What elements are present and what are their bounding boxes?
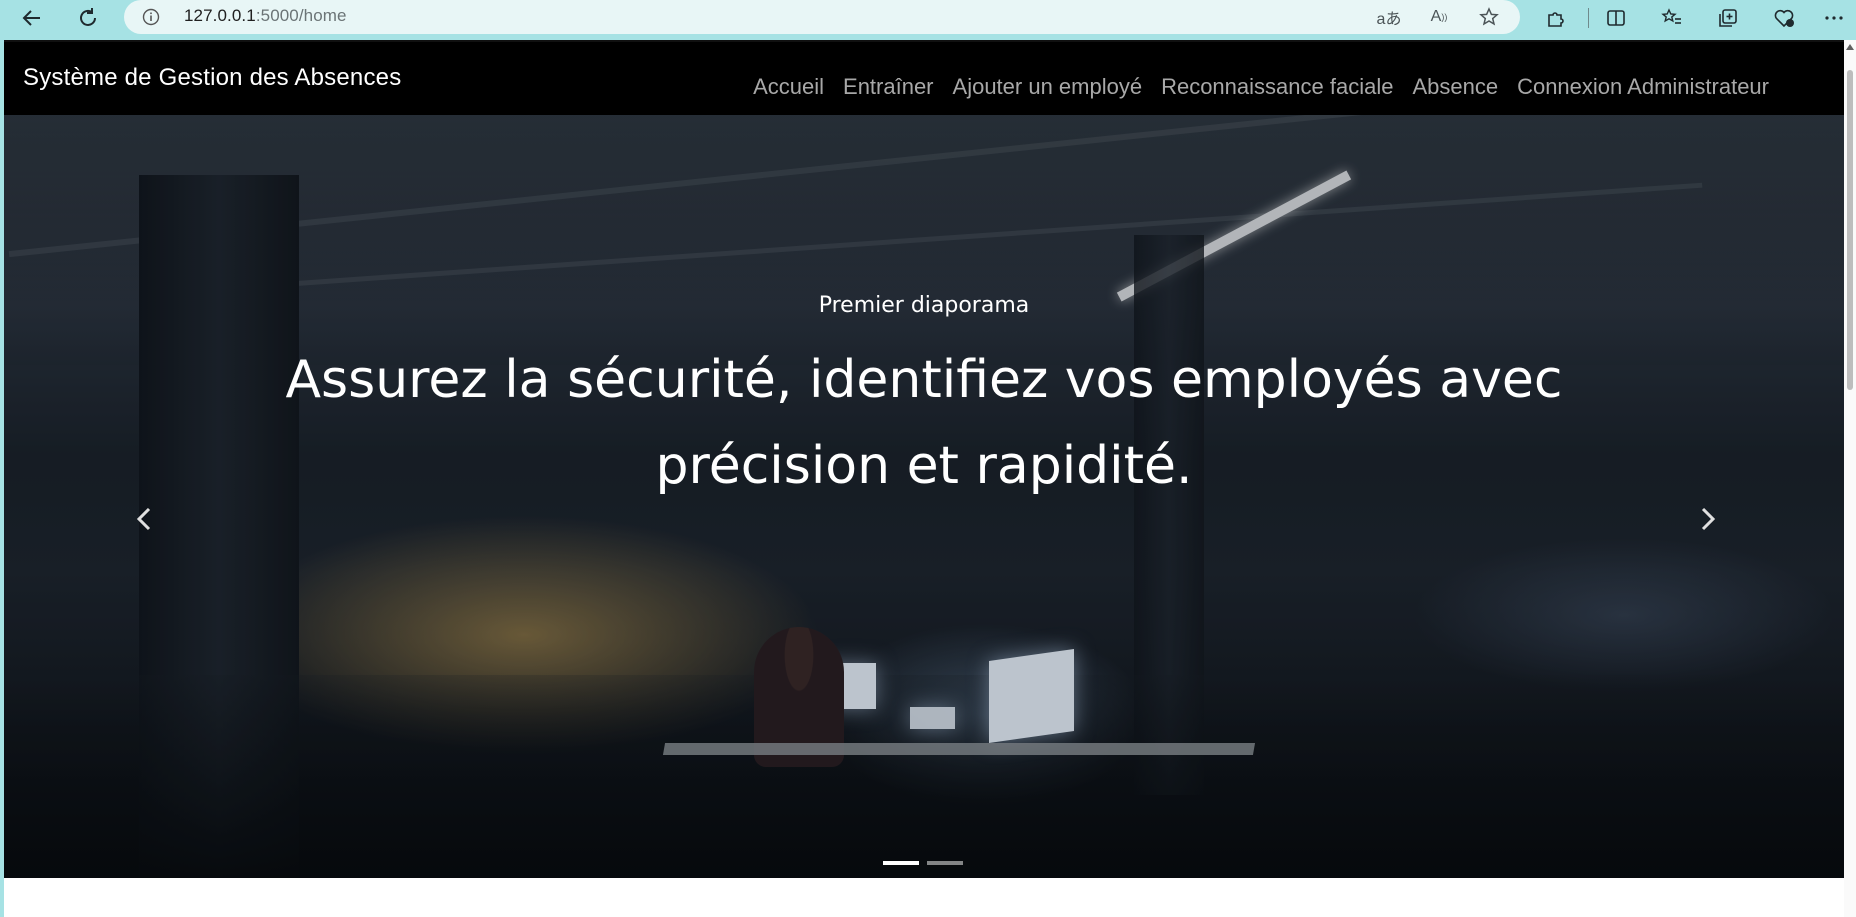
nav-link-accueil[interactable]: Accueil: [753, 74, 824, 100]
chevron-right-icon: [1701, 507, 1716, 531]
page-scrollbar[interactable]: [1844, 40, 1856, 917]
nav-link-reconnaissance-faciale[interactable]: Reconnaissance faciale: [1161, 74, 1393, 100]
carousel-caption-title: Assurez la sécurité, identifiez vos empl…: [285, 350, 1563, 496]
collections-icon: [1719, 9, 1737, 27]
back-button[interactable]: [16, 4, 48, 32]
health-button[interactable]: [1768, 4, 1800, 32]
carousel-indicator-1[interactable]: [883, 861, 919, 865]
favorites-icon: [1661, 8, 1681, 24]
nav-link-absence[interactable]: Absence: [1412, 74, 1498, 100]
carousel-indicator-2[interactable]: [927, 861, 963, 865]
collections-button[interactable]: [1712, 4, 1744, 32]
scroll-thumb[interactable]: [1847, 70, 1853, 390]
carousel-prev-button[interactable]: [124, 495, 164, 543]
hero-carousel: Premier diaporama Assurez la sécurité, i…: [4, 115, 1844, 878]
puzzle-icon: [1548, 12, 1564, 27]
chevron-left-icon: [136, 507, 151, 531]
split-screen-button[interactable]: [1600, 4, 1632, 32]
extensions-button[interactable]: [1540, 4, 1572, 32]
carousel-next-button[interactable]: [1688, 495, 1728, 543]
heart-icon: [1774, 9, 1794, 28]
favorites-button[interactable]: [1656, 4, 1688, 32]
nav-link-connexion-admin[interactable]: Connexion Administrateur: [1517, 74, 1769, 100]
nav-link-ajouter-employe[interactable]: Ajouter un employé: [953, 74, 1143, 100]
split-screen-icon: [1607, 10, 1625, 26]
address-bar[interactable]: 127.0.0.1:5000/home aあ A)): [124, 0, 1520, 34]
carousel-indicators: [883, 861, 963, 865]
star-icon[interactable]: [1476, 5, 1502, 29]
more-button[interactable]: [1818, 4, 1850, 32]
reload-icon: [80, 8, 96, 26]
info-icon[interactable]: [142, 8, 160, 26]
web-page: Système de Gestion des Absences Accueil …: [4, 40, 1844, 917]
more-icon: [1825, 16, 1843, 20]
read-aloud-icon[interactable]: A)): [1426, 5, 1452, 29]
arrow-left-icon: [22, 10, 40, 26]
nav-link-entrainer[interactable]: Entraîner: [843, 74, 934, 100]
brand-title[interactable]: Système de Gestion des Absences: [23, 64, 401, 92]
carousel-caption-subtitle: Premier diaporama: [818, 293, 1030, 318]
url-text[interactable]: 127.0.0.1:5000/home: [184, 6, 347, 26]
navbar: Système de Gestion des Absences Accueil …: [4, 40, 1844, 115]
browser-toolbar: 127.0.0.1:5000/home aあ A)): [0, 0, 1856, 40]
translate-icon[interactable]: aあ: [1376, 5, 1402, 29]
toolbar-divider: [1588, 8, 1589, 28]
nav-links: Accueil Entraîner Ajouter un employé Rec…: [753, 74, 1769, 100]
scroll-up-arrow-icon[interactable]: [1846, 44, 1854, 50]
reload-button[interactable]: [72, 4, 104, 32]
